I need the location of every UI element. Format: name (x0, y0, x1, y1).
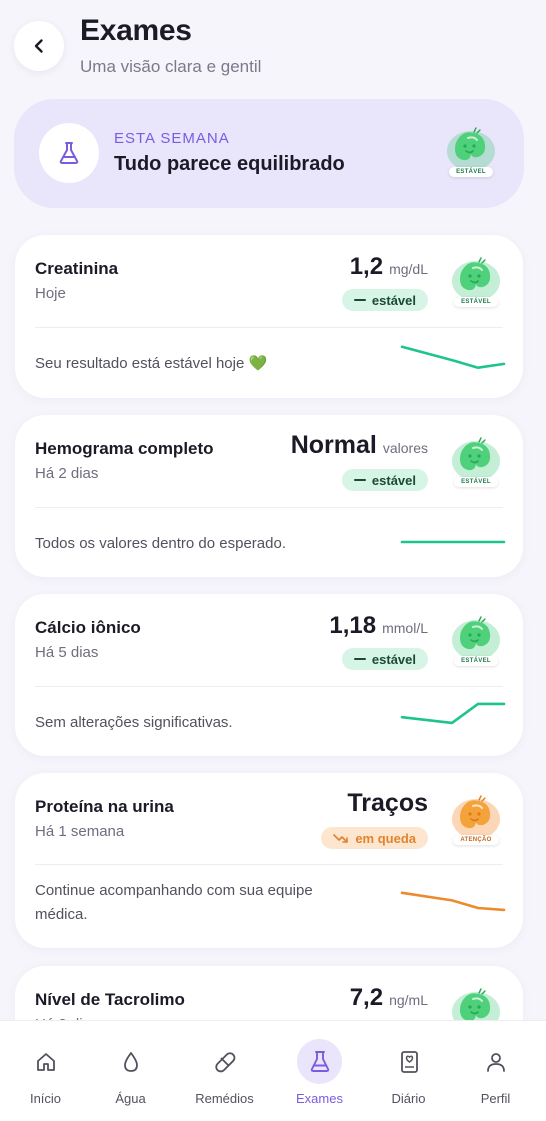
week-icon-circle (39, 123, 99, 183)
exam-value-row: Normal valores (291, 431, 428, 460)
chevron-left-icon (34, 39, 43, 53)
exam-name: Hemograma completo (35, 439, 214, 458)
back-button[interactable] (14, 21, 64, 71)
status-label: em queda (355, 830, 416, 846)
nav-label: Exames (296, 1091, 343, 1106)
water-drop-icon (123, 1051, 138, 1072)
page-title: Exames (80, 14, 192, 47)
nav-icon-container (297, 1039, 342, 1084)
status-pill: estável (341, 289, 428, 311)
exam-unit: mg/dL (389, 261, 428, 277)
nav-icon-container (202, 1039, 247, 1084)
sparkline-path (400, 702, 506, 725)
status-badge: ESTÁVEL (454, 297, 498, 307)
exam-date: Há 5 dias (35, 644, 99, 661)
page-subtitle: Uma visão clara e gentil (80, 57, 262, 76)
exam-card[interactable]: Creatinina Hoje 1,2 mg/dL estável ESTÁVEL Seu … (15, 235, 523, 398)
card-divider (35, 507, 503, 508)
exam-message: Continue acompanhando com sua equipe méd… (35, 882, 313, 923)
trend-sparkline (400, 891, 506, 912)
nav-item-journal[interactable]: Diário (363, 1021, 454, 1121)
status-label: estável (371, 472, 416, 488)
status-pill: estável (341, 469, 428, 491)
trend-sparkline (400, 702, 506, 725)
exam-name: Creatinina (35, 259, 119, 278)
exam-date: Há 1 semana (35, 823, 125, 840)
exam-value-row: Traços (347, 789, 428, 818)
status-pill: estável (341, 648, 428, 670)
exam-date: Há 2 dias (35, 465, 99, 482)
exam-value-row: 7,2 ng/mL (350, 984, 428, 1012)
flask-icon (310, 1050, 329, 1072)
header: Exames Uma visão clara e gentil (0, 0, 546, 96)
nav-label: Remédios (195, 1091, 254, 1106)
home-icon (36, 1052, 55, 1071)
card-divider (35, 686, 503, 687)
exam-message: Seu resultado está estável hoje 💚 (35, 355, 268, 372)
status-pill: em queda (321, 827, 428, 849)
nav-icon-container (23, 1039, 68, 1084)
exam-card[interactable]: Proteína na urina Há 1 semana Traços em que… (15, 773, 523, 948)
exam-value: 1,2 (349, 253, 384, 280)
mascot-badge: ESTÁVEL (449, 616, 503, 666)
mascot-badge: ESTÁVEL (449, 257, 503, 307)
exam-unit: ng/mL (389, 992, 428, 1008)
exam-name: Proteína na urina (35, 797, 174, 816)
exam-value-row: 1,2 mg/dL (350, 253, 428, 281)
trend-sparkline (400, 540, 506, 544)
exam-name: Cálcio iônico (35, 618, 141, 637)
exam-date: Hoje (35, 285, 66, 302)
week-title: Tudo parece equilibrado (114, 153, 345, 175)
exam-message: Sem alterações significativas. (35, 714, 233, 731)
exam-card[interactable]: Hemograma completo Há 2 dias Normal valores… (15, 415, 523, 577)
nav-icon-container (108, 1039, 153, 1084)
exam-unit: valores (382, 440, 428, 456)
nav-label: Água (115, 1091, 146, 1106)
mascot-badge: ESTÁVEL (444, 127, 498, 177)
sparkline-path (400, 345, 506, 370)
dash-icon (353, 479, 366, 481)
dash-icon (353, 658, 366, 660)
trend-sparkline (400, 345, 506, 370)
card-divider (35, 864, 503, 865)
sparkline-path (400, 891, 506, 912)
nav-label: Perfil (480, 1091, 511, 1106)
card-divider (35, 327, 503, 328)
nav-item-pill[interactable]: Remédios (179, 1021, 270, 1121)
status-badge: ESTÁVEL (454, 477, 498, 487)
nav-label: Diário (391, 1091, 426, 1106)
journal-icon (400, 1050, 418, 1073)
bottom-navigation: Início Água Remédios Exames Diário Perfil (0, 1020, 546, 1121)
nav-icon-container (386, 1039, 431, 1084)
dash-icon (353, 299, 366, 301)
user-icon (486, 1052, 505, 1072)
nav-item-flask[interactable]: Exames (274, 1021, 365, 1121)
exam-message: Todos os valores dentro do esperado. (35, 535, 286, 552)
mascot-badge: ESTÁVEL (449, 437, 503, 487)
mascot-badge: ATENÇÃO (449, 795, 503, 845)
exam-card[interactable]: Cálcio iônico Há 5 dias 1,18 mmol/L estável E… (15, 594, 523, 756)
status-label: estável (371, 651, 416, 667)
exam-value: Normal (290, 431, 377, 459)
nav-label: Início (29, 1091, 62, 1106)
nav-item-user[interactable]: Perfil (450, 1021, 541, 1121)
trend-down-icon (333, 834, 349, 843)
nav-icon-container (473, 1039, 518, 1084)
week-eyebrow: ESTA SEMANA (114, 130, 230, 147)
exam-value: 7,2 (349, 984, 384, 1011)
exam-value: Traços (347, 789, 428, 817)
status-badge: ESTÁVEL (454, 656, 498, 666)
nav-item-water-drop[interactable]: Água (85, 1021, 176, 1121)
status-label: estável (371, 292, 416, 308)
exam-unit: mmol/L (382, 620, 428, 636)
week-summary-card[interactable]: ESTA SEMANA Tudo parece equilibrado ESTÁ… (14, 99, 524, 208)
exam-value-row: 1,18 mmol/L (329, 612, 428, 640)
status-badge: ATENÇÃO (453, 835, 499, 845)
pill-icon (214, 1051, 235, 1072)
exam-value: 1,18 (329, 612, 377, 639)
status-badge: ESTÁVEL (449, 167, 493, 177)
nav-item-home[interactable]: Início (0, 1021, 91, 1121)
exam-name: Nível de Tacrolimo (35, 990, 185, 1009)
flask-icon (59, 142, 79, 164)
